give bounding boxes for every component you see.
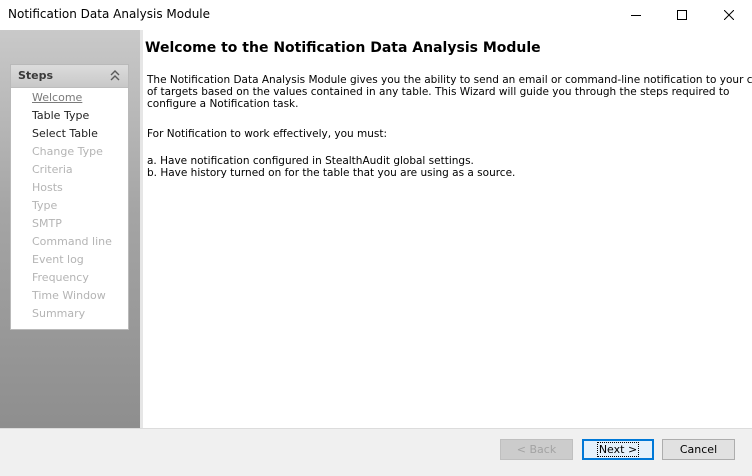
cancel-button[interactable]: Cancel xyxy=(662,439,735,460)
requirements-lead: For Notification to work effectively, yo… xyxy=(147,128,388,140)
step-item: Command line xyxy=(32,235,112,248)
requirement-item: a. Have notification configured in Steal… xyxy=(147,155,474,167)
content-pane: Welcome to the Notification Data Analysi… xyxy=(140,30,752,428)
back-button[interactable]: < Back xyxy=(500,439,573,460)
title-bar: Notification Data Analysis Module xyxy=(0,0,752,30)
requirements-list: a. Have notification configured in Steal… xyxy=(147,155,747,179)
close-button[interactable] xyxy=(706,0,752,30)
step-item: Event log xyxy=(32,253,84,266)
wizard-side-panel: Steps Welcome Table Type Select Table Chang… xyxy=(0,30,140,428)
minimize-icon xyxy=(631,15,641,16)
step-item: Criteria xyxy=(32,163,73,176)
step-item[interactable]: Select Table xyxy=(11,125,128,143)
steps-header[interactable]: Steps xyxy=(11,65,128,88)
step-item: SMTP xyxy=(32,217,62,230)
double-chevron-up-icon[interactable] xyxy=(110,70,120,81)
intro-line: configure a Notification task. xyxy=(147,98,299,110)
step-item: Hosts xyxy=(32,181,63,194)
maximize-button[interactable] xyxy=(659,0,705,30)
intro-line: of targets based on the values contained… xyxy=(147,86,730,98)
step-item: Type xyxy=(32,199,58,212)
button-bar: < Back Next > Cancel xyxy=(0,428,752,476)
window-title: Notification Data Analysis Module xyxy=(8,7,211,21)
cancel-button-label: Cancel xyxy=(679,443,718,456)
page-title: Welcome to the Notification Data Analysi… xyxy=(145,40,541,56)
step-item: Frequency xyxy=(32,271,89,284)
maximize-icon xyxy=(677,10,687,20)
step-item: Change Type xyxy=(32,145,103,158)
intro-line: The Notification Data Analysis Module gi… xyxy=(147,74,752,86)
steps-title: Steps xyxy=(18,69,54,82)
next-button-label: Next > xyxy=(596,442,640,457)
minimize-button[interactable] xyxy=(613,0,659,30)
next-button[interactable]: Next > xyxy=(582,439,654,460)
close-icon xyxy=(724,10,734,20)
steps-list: Welcome Table Type Select Table Change Type… xyxy=(11,89,128,323)
requirement-item: b. Have history turned on for the table … xyxy=(147,167,516,179)
step-item[interactable]: Welcome xyxy=(11,89,128,107)
intro-paragraph: The Notification Data Analysis Module gi… xyxy=(147,74,752,110)
content-divider xyxy=(140,30,143,428)
step-item: Summary xyxy=(32,307,86,320)
steps-panel: Steps Welcome Table Type Select Table Chang… xyxy=(10,64,129,330)
step-item[interactable]: Table Type xyxy=(11,107,128,125)
back-button-label: < Back xyxy=(516,443,557,456)
step-item: Time Window xyxy=(32,289,106,302)
